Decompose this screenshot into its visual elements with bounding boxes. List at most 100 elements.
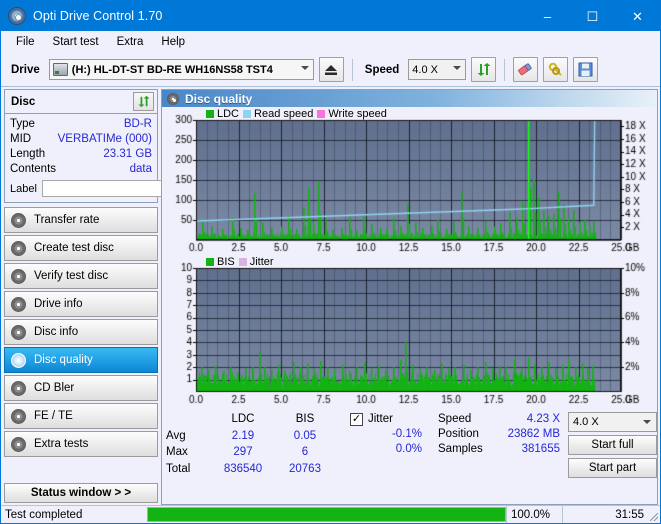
legend-item-ldc: LDC: [206, 108, 239, 120]
stats-row-avg-label: Avg: [166, 429, 186, 442]
disc-row-contents-key: Contents: [10, 163, 57, 175]
disc-label-key: Label: [10, 182, 37, 195]
legend-item-read-speed: Read speed: [243, 108, 313, 120]
close-button[interactable]: ✕: [615, 1, 660, 31]
sidebar-item-extra-tests[interactable]: Extra tests: [4, 431, 158, 457]
save-button[interactable]: [573, 57, 599, 82]
stats-avg-bis: 0.05: [293, 429, 317, 442]
stats-corner: [166, 412, 212, 429]
legend-swatch-bis: [206, 258, 214, 266]
sidebar-item-label: Transfer rate: [34, 214, 100, 226]
cd-icon: [167, 92, 179, 105]
drive-icon: [52, 63, 68, 76]
sidebar-item-disc-quality[interactable]: Disc quality: [4, 347, 158, 373]
app-window: Opti Drive Control 1.70 – ☐ ✕ File Start…: [0, 0, 661, 524]
legend-label-bis: BIS: [217, 256, 235, 268]
start-full-button[interactable]: Start full: [568, 435, 657, 455]
disc-panel-header: Disc: [5, 90, 157, 114]
jitter-column: ✓ Jitter -0.1% 0.0%: [350, 412, 422, 478]
stats-avg-ldc: 2.19: [231, 429, 255, 442]
samples-label: Samples: [438, 443, 483, 455]
chevron-down-icon: [643, 420, 651, 424]
legend-item-bis: BIS: [206, 256, 235, 268]
menu-start-test[interactable]: Start test: [44, 33, 108, 51]
speed-label: Speed: [364, 63, 400, 76]
sidebar-item-transfer-rate[interactable]: Transfer rate: [4, 207, 158, 233]
stats-table: LDC BIS Avg 2.19 0.05 Max 297 6 Total 83…: [166, 412, 336, 478]
disc-info-list: Type BD-R MID VERBATIMe (000) Length 23.…: [5, 114, 245, 202]
stats-row-max-label: Max: [166, 446, 188, 458]
bis-chart-legend: BIS Jitter: [206, 256, 274, 268]
jitter-max: 0.0%: [395, 443, 422, 455]
status-window-button[interactable]: Status window > >: [4, 483, 158, 503]
main-header-title: Disc quality: [185, 91, 253, 106]
menu-extra[interactable]: Extra: [108, 33, 153, 51]
cd-icon: [11, 436, 26, 452]
legend-label-ldc: LDC: [217, 108, 240, 120]
disc-row-type-value: BD-R: [123, 118, 152, 130]
sidebar-item-create-test-disc[interactable]: Create test disc: [4, 235, 158, 261]
sidebar-item-label: FE / TE: [34, 410, 73, 422]
maximize-button[interactable]: ☐: [570, 1, 615, 31]
speed-select[interactable]: 4.0 X: [408, 59, 467, 80]
resize-grip[interactable]: [648, 506, 660, 523]
elapsed-time: 31:55: [562, 506, 648, 523]
sidebar-item-drive-info[interactable]: Drive info: [4, 291, 158, 317]
drive-select[interactable]: (H:) HL-DT-ST BD-RE WH16NS58 TST4: [48, 59, 314, 80]
sidebar-item-fe-te[interactable]: FE / TE: [4, 403, 158, 429]
sidebar-nav: Transfer rate Create test disc Verify te…: [4, 207, 158, 459]
sidebar-item-disc-info[interactable]: Disc info: [4, 319, 158, 345]
sidebar-item-label: Drive info: [34, 298, 83, 310]
main-header: Disc quality: [162, 90, 657, 107]
disc-panel: Disc Type BD-R MID VERBATIMe (000) Lengt…: [4, 89, 245, 203]
disc-row-type: Type BD-R: [10, 117, 152, 132]
window-title: Opti Drive Control 1.70: [33, 9, 163, 23]
disc-row-length: Length 23.31 GB: [10, 147, 152, 162]
eject-button[interactable]: [318, 57, 344, 82]
disc-refresh-button[interactable]: [133, 92, 154, 111]
stats-panel: LDC BIS Avg 2.19 0.05 Max 297 6 Total 83…: [162, 408, 657, 480]
jitter-label: Jitter: [368, 413, 393, 425]
stats-total-ldc: 836540: [223, 462, 263, 475]
sidebar: Disc Type BD-R MID VERBATIMe (000) Lengt…: [1, 87, 245, 505]
minimize-button[interactable]: –: [525, 1, 570, 31]
start-part-button[interactable]: Start part: [568, 458, 657, 478]
progress-percent: 100.0%: [506, 506, 562, 523]
disc-label-row: Label: [10, 179, 245, 198]
menu-help[interactable]: Help: [152, 33, 194, 51]
jitter-checkbox[interactable]: ✓: [350, 413, 363, 426]
stats-header-ldc: LDC: [231, 413, 255, 425]
stats-row-total-label: Total: [166, 462, 191, 475]
test-speed-select[interactable]: 4.0 X: [568, 412, 657, 432]
sidebar-item-label: Disc info: [34, 326, 79, 338]
drive-label: Drive: [11, 63, 40, 76]
legend-swatch-jitter: [238, 258, 247, 266]
legend-label-write-speed: Write speed: [328, 108, 387, 120]
window-controls: – ☐ ✕: [525, 1, 660, 31]
erase-button[interactable]: [513, 57, 539, 82]
cd-icon: [11, 268, 26, 284]
sidebar-item-label: Create test disc: [34, 242, 114, 254]
sidebar-item-cd-bler[interactable]: CD Bler: [4, 375, 158, 401]
cd-icon: [11, 352, 26, 368]
disc-row-contents: Contents data: [10, 162, 152, 177]
speed-select-value: 4.0 X: [412, 63, 438, 76]
status-text: Test completed: [5, 508, 83, 521]
speed-stat-value: 4.23 X: [526, 413, 560, 425]
bis-chart-canvas: [162, 256, 657, 408]
action-buttons: 4.0 X Start full Start part: [568, 412, 657, 478]
sidebar-item-verify-test-disc[interactable]: Verify test disc: [4, 263, 158, 289]
progress-bar: [147, 507, 506, 522]
bis-chart: BIS Jitter: [162, 256, 657, 408]
menu-file[interactable]: File: [7, 33, 44, 51]
stats-max-ldc: 297: [233, 446, 253, 458]
tools-button[interactable]: [543, 57, 569, 82]
legend-swatch-read-speed: [243, 110, 252, 118]
status-bar: Test completed 100.0% 31:55: [1, 505, 660, 523]
refresh-button[interactable]: [471, 57, 497, 82]
cd-icon: [11, 240, 26, 256]
legend-swatch-ldc: [206, 110, 214, 118]
chevron-down-icon: [300, 66, 309, 70]
progress-bar-fill: [148, 508, 505, 521]
